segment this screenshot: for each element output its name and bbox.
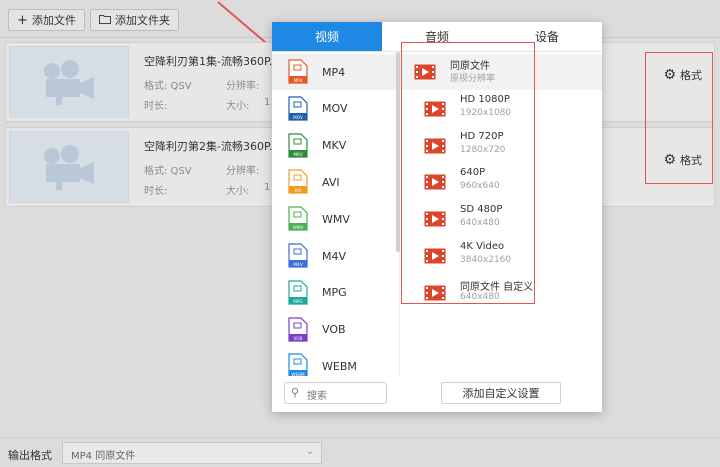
format-item-mkv[interactable]: MKV MKV bbox=[272, 128, 396, 164]
file-format-icon: M4V bbox=[288, 243, 308, 268]
svg-text:WEBM: WEBM bbox=[291, 372, 305, 376]
output-format-select[interactable]: MP4 同原文件 ⌄ bbox=[62, 442, 322, 464]
file-name: 空降利刃第1集-流畅360P. bbox=[144, 55, 273, 68]
svg-text:WMV: WMV bbox=[293, 225, 304, 230]
format-item-label: MKV bbox=[322, 139, 347, 153]
file-size-value: 1 bbox=[264, 182, 271, 193]
svg-text:VOB: VOB bbox=[294, 336, 303, 341]
file-size: 大小: bbox=[226, 101, 250, 112]
svg-text:MP4: MP4 bbox=[294, 78, 303, 83]
file-duration: 时长: bbox=[144, 101, 168, 112]
format-item-avi[interactable]: AVI AVI bbox=[272, 164, 396, 200]
format-item-label: VOB bbox=[322, 323, 346, 337]
file-resolution: 分辨率: bbox=[226, 81, 260, 92]
search-placeholder: 搜索 bbox=[307, 391, 327, 402]
video-thumbnail bbox=[9, 46, 129, 118]
chevron-down-icon: ⌄ bbox=[305, 446, 314, 457]
format-item-mov[interactable]: MOV MOV bbox=[272, 91, 396, 127]
search-input[interactable]: ⚲ 搜索 bbox=[284, 382, 387, 404]
format-popup: 视频 音频 设备 MP4 MP4 MOV MOV MKV MKV AVI AVI WMV WMV M… bbox=[272, 22, 602, 412]
plus-icon: + bbox=[17, 12, 28, 28]
format-item-wmv[interactable]: WMV WMV bbox=[272, 201, 396, 237]
tab-video[interactable]: 视频 bbox=[272, 22, 382, 51]
format-item-label: WEBM bbox=[322, 359, 357, 373]
svg-text:AVI: AVI bbox=[295, 188, 302, 193]
output-bar: 输出格式 MP4 同原文件 ⌄ bbox=[0, 437, 720, 467]
format-item-mp4[interactable]: MP4 MP4 bbox=[272, 54, 396, 90]
add-file-button[interactable]: + 添加文件 bbox=[8, 9, 85, 31]
format-item-label: MOV bbox=[322, 102, 348, 116]
file-size: 大小: bbox=[226, 186, 250, 197]
movie-camera-icon bbox=[44, 145, 94, 190]
svg-text:MPG: MPG bbox=[293, 299, 302, 304]
output-format-label: 输出格式 bbox=[8, 449, 52, 462]
file-format-icon: MP4 bbox=[288, 59, 308, 84]
file-format-icon: MOV bbox=[288, 96, 308, 121]
video-thumbnail bbox=[9, 131, 129, 203]
format-item-label: WMV bbox=[322, 212, 350, 226]
file-format-icon: MKV bbox=[288, 132, 308, 158]
format-list: MP4 MP4 MOV MOV MKV MKV AVI AVI WMV WMV M4V M4V MPG M… bbox=[272, 52, 400, 376]
folder-icon bbox=[99, 14, 111, 27]
format-item-mpg[interactable]: MPG MPG bbox=[272, 275, 396, 311]
file-duration: 时长: bbox=[144, 186, 168, 197]
svg-text:M4V: M4V bbox=[293, 262, 302, 267]
format-item-label: MP4 bbox=[322, 65, 346, 79]
add-file-label: 添加文件 bbox=[31, 14, 76, 27]
file-size-value: 1 bbox=[264, 97, 271, 108]
svg-text:MKV: MKV bbox=[293, 152, 302, 157]
file-format-icon: WMV bbox=[288, 206, 308, 231]
format-item-vob[interactable]: VOB VOB bbox=[272, 312, 396, 348]
file-name: 空降利刃第2集-流畅360P. bbox=[144, 140, 273, 153]
file-format-icon: VOB bbox=[288, 316, 308, 342]
format-item-m4v[interactable]: M4V M4V bbox=[272, 238, 396, 274]
file-resolution: 分辨率: bbox=[226, 166, 260, 177]
output-format-value: MP4 同原文件 bbox=[71, 451, 136, 462]
annotation-box-format-buttons bbox=[645, 52, 713, 184]
format-item-webm[interactable]: WEBM WEBM bbox=[272, 348, 396, 376]
format-item-label: MPG bbox=[322, 286, 347, 300]
file-format-icon: MPG bbox=[288, 280, 308, 305]
search-icon: ⚲ bbox=[291, 386, 300, 399]
format-item-label: M4V bbox=[322, 249, 347, 263]
file-format-icon: AVI bbox=[288, 169, 308, 194]
file-format: 格式: QSV bbox=[144, 81, 192, 92]
format-item-label: AVI bbox=[322, 175, 340, 189]
movie-camera-icon bbox=[44, 60, 94, 105]
add-folder-label: 添加文件夹 bbox=[115, 14, 170, 27]
file-format: 格式: QSV bbox=[144, 166, 192, 177]
add-folder-button[interactable]: 添加文件夹 bbox=[90, 9, 179, 31]
svg-text:MOV: MOV bbox=[293, 115, 303, 120]
annotation-box-presets bbox=[401, 42, 535, 304]
add-custom-setting-button[interactable]: 添加自定义设置 bbox=[441, 382, 561, 404]
file-format-icon: WEBM bbox=[288, 353, 308, 376]
